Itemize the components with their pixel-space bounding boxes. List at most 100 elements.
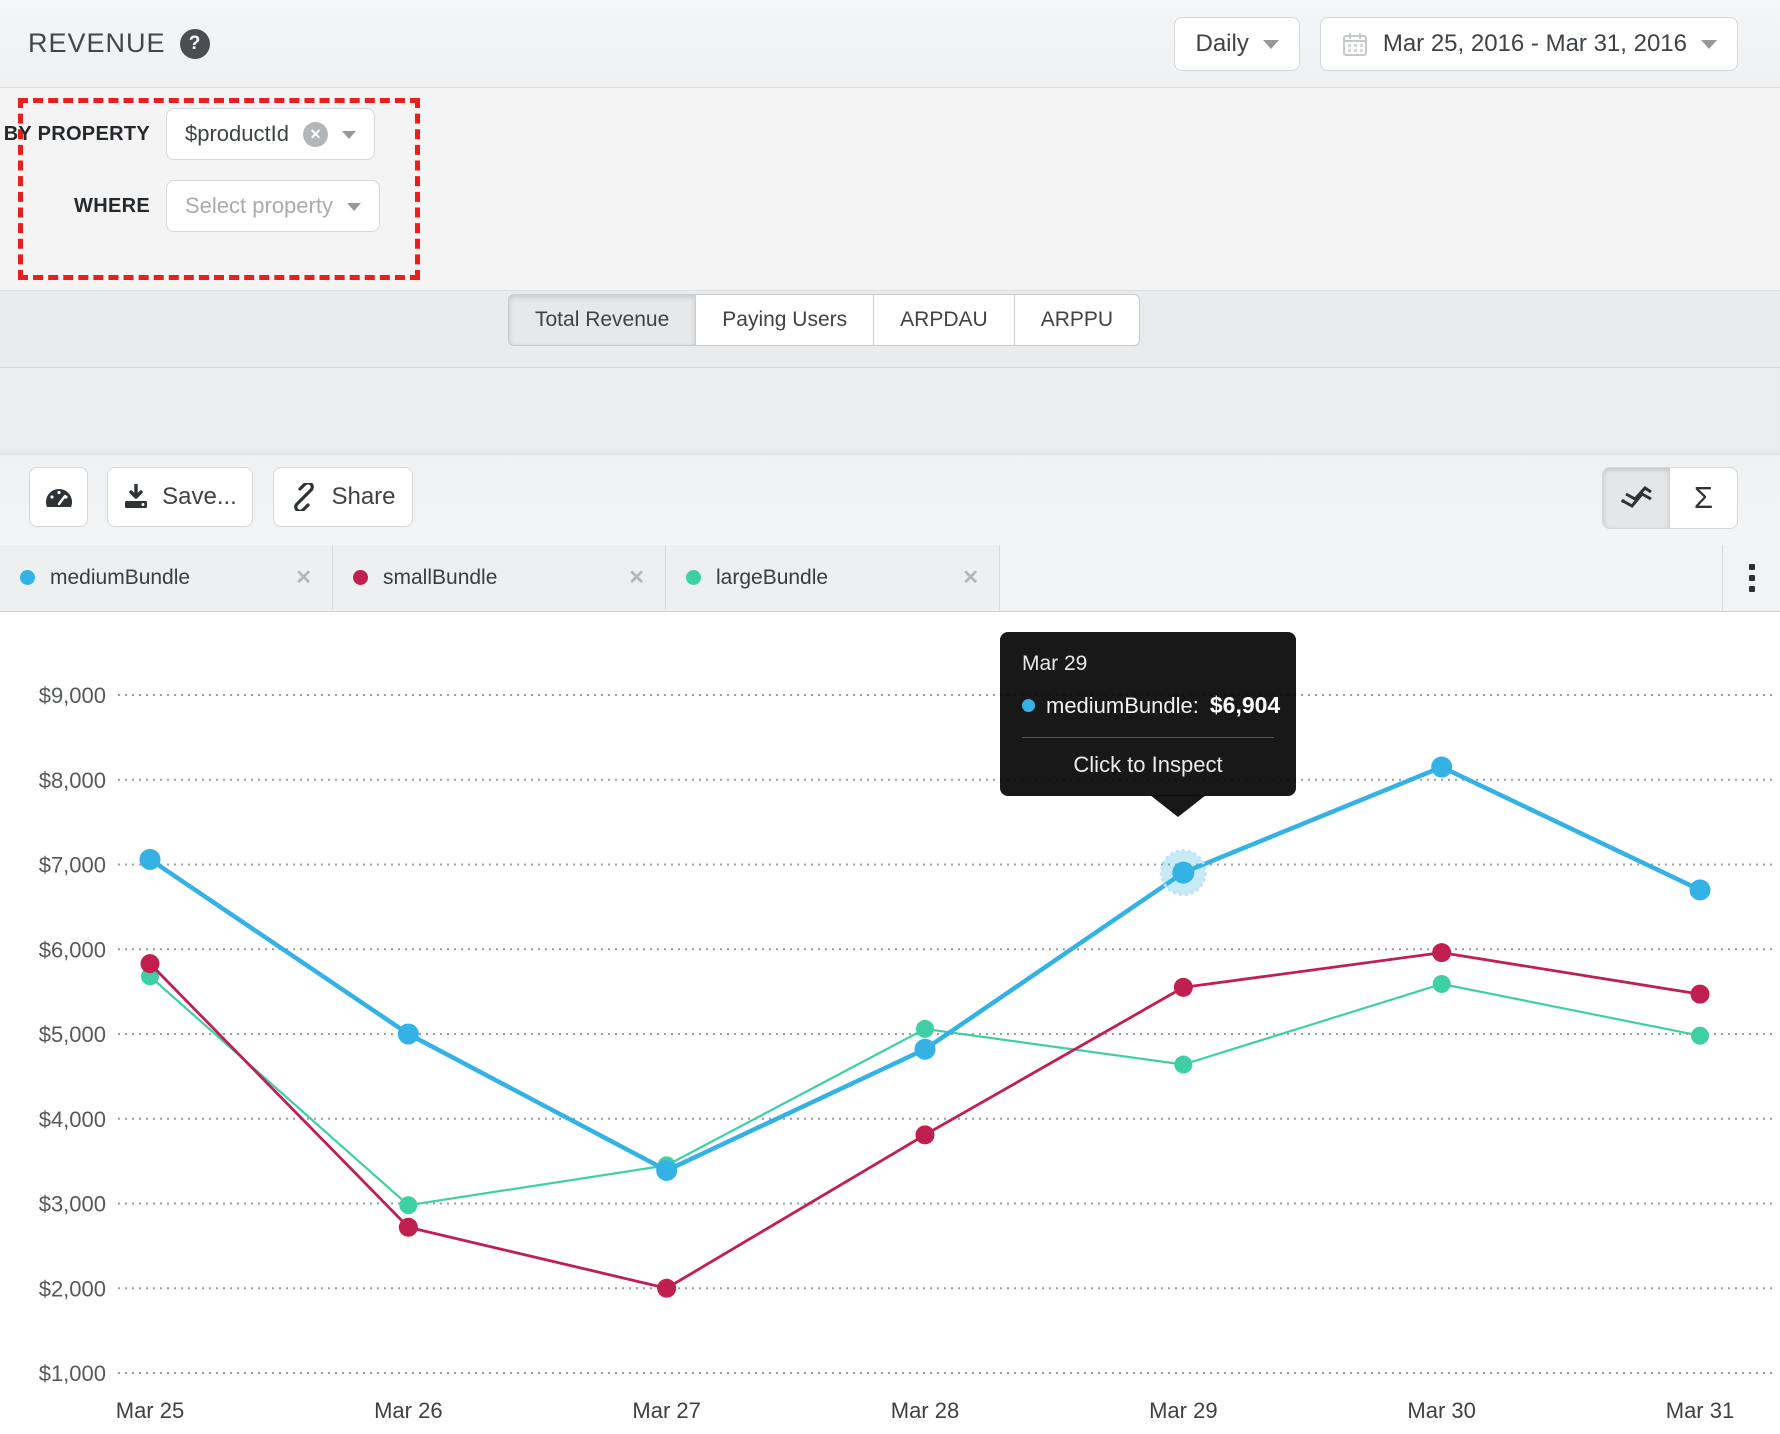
dashboard-button[interactable]: [29, 467, 88, 527]
legend-item-largeBundle[interactable]: largeBundle ✕: [666, 545, 1000, 610]
close-icon[interactable]: ✕: [628, 565, 645, 590]
data-point[interactable]: [1431, 757, 1452, 778]
tab-arpdau[interactable]: ARPDAU: [874, 294, 1015, 346]
legend-item-smallBundle[interactable]: smallBundle ✕: [333, 545, 666, 610]
chart-toolbar: Save... Share Σ: [0, 455, 1780, 545]
data-point[interactable]: [1174, 978, 1193, 997]
legend-item-mediumBundle[interactable]: mediumBundle ✕: [0, 545, 333, 610]
filter-section: BY PROPERTY $productId ✕ WHERE Select pr…: [0, 88, 1780, 290]
data-point[interactable]: [915, 1125, 934, 1144]
series-line-smallBundle: [150, 953, 1700, 1289]
svg-text:$2,000: $2,000: [39, 1276, 106, 1301]
chevron-down-icon: [347, 203, 361, 211]
svg-text:Mar 28: Mar 28: [891, 1398, 959, 1423]
data-point[interactable]: [1433, 975, 1451, 993]
legend-filler: [1000, 545, 1723, 610]
download-icon: [123, 484, 149, 510]
header-controls: Daily Mar 25, 2016 - Mar 31, 2016: [1174, 17, 1738, 71]
data-point[interactable]: [399, 1196, 417, 1214]
data-point[interactable]: [656, 1160, 677, 1181]
data-point[interactable]: [1689, 879, 1710, 900]
kebab-menu[interactable]: [1723, 545, 1780, 610]
data-point[interactable]: [657, 1279, 676, 1298]
svg-text:$3,000: $3,000: [39, 1192, 106, 1217]
svg-text:$8,000: $8,000: [39, 768, 106, 793]
page-title: REVENUE: [28, 28, 166, 59]
close-icon[interactable]: ✕: [295, 565, 312, 590]
tooltip-series-row: mediumBundle: $6,904: [1022, 692, 1274, 719]
panel-spacer: [0, 368, 1780, 455]
chart-tooltip[interactable]: Mar 29 mediumBundle: $6,904 Click to Ins…: [1000, 632, 1296, 796]
share-button[interactable]: Share: [273, 467, 413, 527]
data-point[interactable]: [1691, 1027, 1709, 1045]
series-line-largeBundle: [150, 976, 1700, 1205]
close-icon[interactable]: ✕: [962, 565, 979, 590]
chart-mode-toggle: Σ: [1602, 467, 1738, 529]
by-property-value: $productId: [185, 121, 289, 147]
series-mediumBundle: [140, 757, 1711, 1181]
tab-arppu[interactable]: ARPPU: [1015, 294, 1140, 346]
granularity-dropdown[interactable]: Daily: [1174, 17, 1299, 71]
tooltip-series-name: mediumBundle:: [1046, 693, 1199, 719]
chevron-down-icon: [1701, 40, 1717, 49]
y-axis-labels: $9,000$8,000$7,000$6,000$5,000$4,000$3,0…: [39, 683, 106, 1386]
help-icon[interactable]: ?: [180, 29, 210, 59]
metric-tabs: Total Revenue Paying Users ARPDAU ARPPU: [508, 294, 1140, 346]
header: REVENUE ? Daily Mar 25, 2016: [0, 0, 1780, 88]
svg-text:$4,000: $4,000: [39, 1107, 106, 1132]
revenue-line-chart[interactable]: $9,000$8,000$7,000$6,000$5,000$4,000$3,0…: [0, 612, 1780, 1434]
data-point[interactable]: [398, 1024, 419, 1045]
data-point[interactable]: [916, 1020, 934, 1038]
where-row: WHERE Select property: [0, 180, 380, 232]
svg-text:$7,000: $7,000: [39, 853, 106, 878]
data-point[interactable]: [141, 954, 160, 973]
series-smallBundle: [141, 943, 1710, 1298]
series-color-dot: [353, 570, 368, 585]
clear-icon[interactable]: ✕: [303, 122, 328, 147]
series-color-dot: [686, 570, 701, 585]
data-point-highlighted[interactable]: [1172, 862, 1194, 884]
svg-text:$1,000: $1,000: [39, 1361, 106, 1386]
legend-label: largeBundle: [716, 566, 947, 590]
data-point[interactable]: [914, 1039, 935, 1060]
date-range-picker[interactable]: Mar 25, 2016 - Mar 31, 2016: [1320, 17, 1738, 71]
data-point[interactable]: [1174, 1056, 1192, 1074]
calendar-icon: [1341, 30, 1369, 58]
line-chart-toggle[interactable]: [1603, 468, 1670, 528]
svg-text:Mar 29: Mar 29: [1149, 1398, 1217, 1423]
where-dropdown[interactable]: Select property: [166, 180, 380, 232]
by-property-dropdown[interactable]: $productId ✕: [166, 108, 375, 160]
tooltip-separator: [1022, 737, 1274, 738]
granularity-value: Daily: [1195, 30, 1248, 58]
data-point[interactable]: [399, 1218, 418, 1237]
save-label: Save...: [162, 483, 237, 511]
tab-total-revenue[interactable]: Total Revenue: [508, 294, 696, 346]
legend-label: smallBundle: [383, 566, 613, 590]
series-legend: mediumBundle ✕ smallBundle ✕ largeBundle…: [0, 545, 1780, 612]
data-point[interactable]: [140, 849, 161, 870]
save-button[interactable]: Save...: [107, 467, 253, 527]
series-line-mediumBundle: [150, 767, 1700, 1170]
tooltip-value: $6,904: [1210, 692, 1280, 719]
svg-text:$9,000: $9,000: [39, 683, 106, 708]
title-wrap: REVENUE ?: [28, 28, 210, 59]
series-color-dot: [1022, 699, 1035, 712]
x-axis-labels: Mar 25Mar 26Mar 27Mar 28Mar 29Mar 30Mar …: [116, 1398, 1734, 1423]
share-label: Share: [331, 483, 395, 511]
data-point[interactable]: [1690, 985, 1709, 1004]
revenue-dashboard: REVENUE ? Daily Mar 25, 2016: [0, 0, 1780, 1434]
svg-text:Mar 25: Mar 25: [116, 1398, 184, 1423]
gauge-icon: [43, 483, 75, 511]
svg-text:Mar 26: Mar 26: [374, 1398, 442, 1423]
data-point[interactable]: [1432, 943, 1451, 962]
legend-label: mediumBundle: [50, 566, 280, 590]
tooltip-footer: Click to Inspect: [1022, 752, 1274, 780]
by-property-label: BY PROPERTY: [0, 123, 150, 146]
link-icon: [290, 483, 318, 511]
chevron-down-icon: [1263, 40, 1279, 49]
tab-paying-users[interactable]: Paying Users: [696, 294, 874, 346]
by-property-row: BY PROPERTY $productId ✕: [0, 108, 375, 160]
series-color-dot: [20, 570, 35, 585]
sum-toggle[interactable]: Σ: [1670, 468, 1737, 528]
where-placeholder: Select property: [185, 193, 333, 219]
